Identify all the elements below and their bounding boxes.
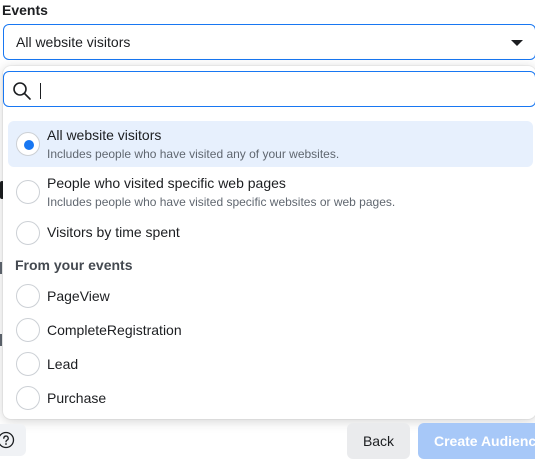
option-all-website-visitors[interactable]: All website visitors Includes people who… xyxy=(8,121,533,167)
option-lead[interactable]: Lead xyxy=(8,349,533,379)
events-select[interactable]: All website visitors xyxy=(3,24,535,60)
option-pageview[interactable]: PageView xyxy=(8,281,533,311)
search-icon xyxy=(13,82,31,100)
obscured-text-fragment xyxy=(0,262,2,274)
create-audience-button[interactable]: Create Audience xyxy=(418,423,535,459)
radio-button[interactable] xyxy=(16,318,40,342)
option-specific-web-pages[interactable]: People who visited specific web pages In… xyxy=(8,169,533,215)
option-title: CompleteRegistration xyxy=(47,322,182,338)
option-title: All website visitors xyxy=(47,127,162,143)
option-title: Lead xyxy=(47,356,79,372)
back-button[interactable]: Back xyxy=(347,423,410,459)
section-heading-from-your-events: From your events xyxy=(15,257,133,273)
option-title: PageView xyxy=(47,288,110,304)
help-button[interactable] xyxy=(0,424,26,456)
help-icon xyxy=(0,431,15,449)
radio-button[interactable] xyxy=(16,352,40,376)
events-label: Events xyxy=(2,2,48,18)
search-input[interactable] xyxy=(38,76,518,102)
option-title: Visitors by time spent xyxy=(47,224,180,240)
radio-button[interactable] xyxy=(16,284,40,308)
option-subtitle: Includes people who have visited any of … xyxy=(47,147,340,161)
option-subtitle: Includes people who have visited specifi… xyxy=(47,195,396,209)
text-cursor xyxy=(40,83,41,99)
events-select-value: All website visitors xyxy=(16,34,131,50)
radio-button[interactable] xyxy=(16,386,40,410)
option-title: People who visited specific web pages xyxy=(47,175,286,191)
caret-down-icon xyxy=(511,40,523,46)
radio-button[interactable] xyxy=(16,180,40,204)
option-completeregistration[interactable]: CompleteRegistration xyxy=(8,315,533,345)
radio-button-checked[interactable] xyxy=(16,132,40,156)
search-field[interactable] xyxy=(3,71,535,107)
option-title: Purchase xyxy=(47,390,107,406)
radio-button[interactable] xyxy=(16,221,40,245)
obscured-text-fragment xyxy=(0,334,2,346)
option-purchase[interactable]: Purchase xyxy=(8,383,533,413)
events-dropdown-menu: All website visitors Includes people who… xyxy=(3,66,535,419)
option-visitors-by-time-spent[interactable]: Visitors by time spent xyxy=(8,218,533,248)
